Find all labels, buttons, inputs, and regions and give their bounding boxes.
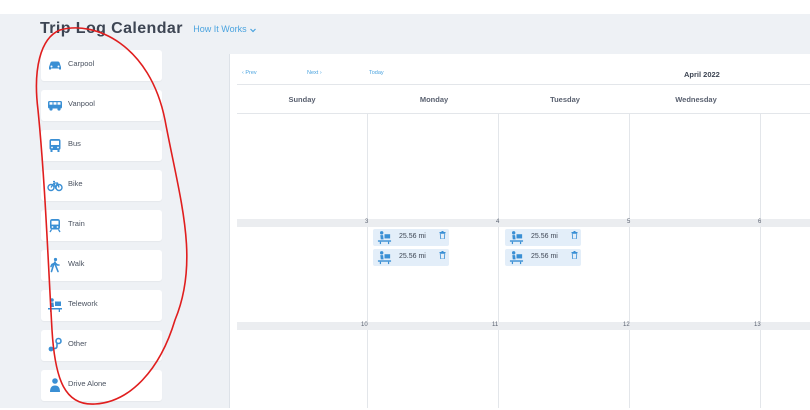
trip-distance: 25.56 mi [531, 233, 558, 240]
weekday-monday: Monday [419, 95, 449, 104]
mode-other[interactable]: Other [41, 330, 162, 361]
next-button[interactable]: Next › [307, 70, 322, 76]
bike-icon [47, 177, 63, 193]
van-icon [47, 97, 63, 113]
mode-label: Other [68, 339, 87, 348]
weekday-sunday: Sunday [288, 95, 316, 104]
trash-icon[interactable] [571, 251, 578, 259]
trip-entry[interactable]: 25.56 mi [505, 229, 581, 246]
chevron-down-icon [249, 26, 257, 34]
mode-carpool[interactable]: Carpool [41, 50, 162, 81]
week-header-1 [237, 219, 810, 227]
column-wednesday [630, 113, 761, 408]
trip-distance: 25.56 mi [399, 253, 426, 260]
how-it-works-link[interactable]: How It Works [193, 24, 257, 34]
day-number[interactable]: 13 [754, 322, 761, 328]
mode-label: Walk [68, 259, 85, 268]
mode-bus[interactable]: Bus [41, 130, 162, 161]
telework-icon [47, 297, 63, 313]
trip-entry[interactable]: 25.56 mi [505, 249, 581, 266]
walk-icon [47, 257, 63, 273]
week-header-2 [237, 322, 810, 330]
day-number[interactable]: 6 [758, 219, 761, 225]
mode-label: Bike [68, 179, 83, 188]
weekday-header: Sunday Monday Tuesday Wednesday [237, 84, 810, 114]
telework-icon [377, 230, 392, 245]
mode-telework[interactable]: Telework [41, 290, 162, 321]
page-title: Trip Log Calendar [40, 20, 183, 37]
trip-entry[interactable]: 25.56 mi [373, 229, 449, 246]
mode-vanpool[interactable]: Vanpool [41, 90, 162, 121]
trip-entry[interactable]: 25.56 mi [373, 249, 449, 266]
car-icon [47, 57, 63, 73]
day-number[interactable]: 10 [361, 322, 368, 328]
train-icon [47, 217, 63, 233]
mode-bike[interactable]: Bike [41, 170, 162, 201]
trash-icon[interactable] [439, 251, 446, 259]
day-number[interactable]: 3 [365, 219, 368, 225]
cropped-top-text [0, 0, 810, 14]
telework-icon [377, 250, 392, 265]
mode-train[interactable]: Train [41, 210, 162, 241]
how-it-works-label: How It Works [193, 24, 247, 34]
day-number[interactable]: 5 [627, 219, 630, 225]
mode-label: Carpool [68, 59, 95, 68]
person-icon [47, 377, 63, 393]
day-number[interactable]: 11 [492, 322, 498, 328]
mode-drive-alone[interactable]: Drive Alone [41, 370, 162, 401]
month-title: April 2022 [684, 70, 720, 79]
header: Trip Log Calendar How It Works [40, 20, 257, 44]
bus-icon [47, 137, 63, 153]
day-number[interactable]: 12 [623, 322, 630, 328]
mode-label: Vanpool [68, 99, 95, 108]
transport-mode-list: Carpool Vanpool Bus Bike Train Walk Tele… [41, 50, 162, 410]
trash-icon[interactable] [439, 231, 446, 239]
trip-distance: 25.56 mi [399, 233, 426, 240]
column-sunday [237, 113, 368, 408]
mode-label: Telework [68, 299, 98, 308]
weekday-tuesday: Tuesday [550, 95, 580, 104]
weekday-wednesday: Wednesday [675, 95, 717, 104]
calendar: ‹ Prev Next › Today April 2022 Sunday Mo… [229, 54, 810, 408]
calendar-toolbar: ‹ Prev Next › Today April 2022 [230, 54, 810, 84]
trash-icon[interactable] [571, 231, 578, 239]
trip-distance: 25.56 mi [531, 253, 558, 260]
mode-label: Drive Alone [68, 379, 107, 388]
telework-icon [509, 250, 524, 265]
prev-button[interactable]: ‹ Prev [242, 70, 257, 76]
telework-icon [509, 230, 524, 245]
mode-label: Train [68, 219, 85, 228]
day-number[interactable]: 4 [496, 219, 499, 225]
trip-log-app: Trip Log Calendar How It Works Carpool V… [0, 14, 810, 408]
mode-walk[interactable]: Walk [41, 250, 162, 281]
today-button[interactable]: Today [369, 70, 384, 76]
other-icon [47, 337, 63, 353]
mode-label: Bus [68, 139, 81, 148]
